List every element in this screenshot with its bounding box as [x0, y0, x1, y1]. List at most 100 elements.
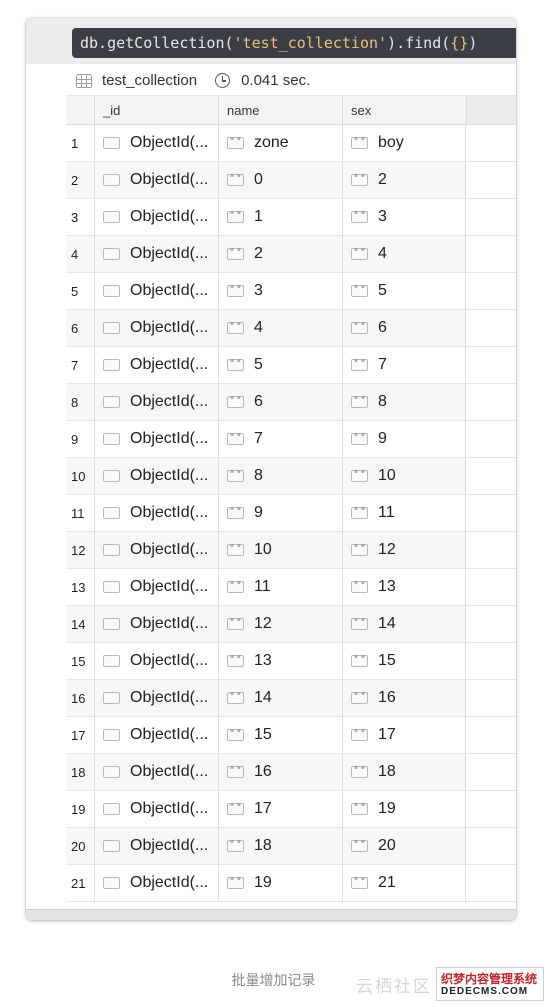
string-icon: " " [227, 211, 244, 223]
cell-name[interactable]: " " 2 [218, 236, 342, 272]
cell-name[interactable]: " " 17 [218, 791, 342, 827]
cell-sex[interactable]: " " 21 [342, 865, 466, 901]
cell-name[interactable]: " " zone [218, 125, 342, 161]
cell-name[interactable]: " " 4 [218, 310, 342, 346]
objectid-icon [103, 544, 120, 556]
cell-id[interactable]: ObjectId(... [94, 865, 218, 901]
table-row[interactable]: 18 ObjectId(... " " 16 " " 18 [66, 754, 516, 791]
column-header-id[interactable]: _id [94, 96, 218, 124]
status-band [26, 909, 516, 920]
cell-name[interactable]: " " 1 [218, 199, 342, 235]
cell-id[interactable]: ObjectId(... [94, 754, 218, 790]
cell-id-value: ObjectId(... [130, 171, 209, 188]
cell-id-value: ObjectId(... [130, 726, 209, 743]
cell-name[interactable]: " " 8 [218, 458, 342, 494]
table-row[interactable]: 20 ObjectId(... " " 18 " " 20 [66, 828, 516, 865]
column-header-name[interactable]: name [218, 96, 342, 124]
cell-sex[interactable]: " " 2 [342, 162, 466, 198]
cell-sex[interactable]: " " 13 [342, 569, 466, 605]
cell-id[interactable]: ObjectId(... [94, 569, 218, 605]
cell-name[interactable]: " " 11 [218, 569, 342, 605]
cell-name[interactable]: " " 16 [218, 754, 342, 790]
cell-sex[interactable]: " " 4 [342, 236, 466, 272]
cell-name[interactable]: " " 10 [218, 532, 342, 568]
objectid-icon [103, 285, 120, 297]
cell-sex[interactable]: " " 3 [342, 199, 466, 235]
table-row[interactable]: 2 ObjectId(... " " 0 " " 2 [66, 162, 516, 199]
cell-id[interactable]: ObjectId(... [94, 199, 218, 235]
cell-sex[interactable]: " " 9 [342, 421, 466, 457]
cell-name[interactable]: " " 18 [218, 828, 342, 864]
string-icon: " " [227, 729, 244, 741]
cell-sex[interactable]: " " 12 [342, 532, 466, 568]
cell-id[interactable]: ObjectId(... [94, 162, 218, 198]
cell-sex[interactable]: " " 5 [342, 273, 466, 309]
cell-id[interactable]: ObjectId(... [94, 236, 218, 272]
table-row[interactable]: 17 ObjectId(... " " 15 " " 17 [66, 717, 516, 754]
table-row[interactable]: 3 ObjectId(... " " 1 " " 3 [66, 199, 516, 236]
cell-name[interactable]: " " 5 [218, 347, 342, 383]
cell-id[interactable]: ObjectId(... [94, 458, 218, 494]
cell-name[interactable]: " " 6 [218, 384, 342, 420]
cell-id[interactable]: ObjectId(... [94, 532, 218, 568]
cell-sex[interactable]: " " 16 [342, 680, 466, 716]
cell-sex[interactable]: " " 18 [342, 754, 466, 790]
cell-name[interactable]: " " 3 [218, 273, 342, 309]
objectid-icon [103, 137, 120, 149]
cell-sex[interactable]: " " 14 [342, 606, 466, 642]
cell-name[interactable]: " " 12 [218, 606, 342, 642]
cell-sex[interactable]: " " 11 [342, 495, 466, 531]
cell-id[interactable]: ObjectId(... [94, 828, 218, 864]
table-row[interactable]: 4 ObjectId(... " " 2 " " 4 [66, 236, 516, 273]
table-row[interactable]: 9 ObjectId(... " " 7 " " 9 [66, 421, 516, 458]
cell-name-value: zone [254, 134, 289, 151]
cell-id[interactable]: ObjectId(... [94, 125, 218, 161]
cell-sex[interactable]: " " boy [342, 125, 466, 161]
cell-sex[interactable]: " " 17 [342, 717, 466, 753]
table-row[interactable]: 7 ObjectId(... " " 5 " " 7 [66, 347, 516, 384]
table-row[interactable]: 15 ObjectId(... " " 13 " " 15 [66, 643, 516, 680]
cell-id[interactable]: ObjectId(... [94, 273, 218, 309]
table-row[interactable]: 5 ObjectId(... " " 3 " " 5 [66, 273, 516, 310]
table-row[interactable]: 21 ObjectId(... " " 19 " " 21 [66, 865, 516, 902]
cell-sex[interactable]: " " 7 [342, 347, 466, 383]
cell-sex[interactable]: " " 15 [342, 643, 466, 679]
table-row[interactable]: 19 ObjectId(... " " 17 " " 19 [66, 791, 516, 828]
string-icon: " " [227, 137, 244, 149]
table-row[interactable]: 16 ObjectId(... " " 14 " " 16 [66, 680, 516, 717]
cell-name[interactable]: " " 15 [218, 717, 342, 753]
table-row[interactable]: 12 ObjectId(... " " 10 " " 12 [66, 532, 516, 569]
cell-id[interactable]: ObjectId(... [94, 384, 218, 420]
cell-id[interactable]: ObjectId(... [94, 643, 218, 679]
table-row[interactable]: 14 ObjectId(... " " 12 " " 14 [66, 606, 516, 643]
cell-name[interactable]: " " 7 [218, 421, 342, 457]
cell-id[interactable]: ObjectId(... [94, 495, 218, 531]
table-row[interactable]: 10 ObjectId(... " " 8 " " 10 [66, 458, 516, 495]
table-row[interactable]: 8 ObjectId(... " " 6 " " 8 [66, 384, 516, 421]
cell-sex[interactable]: " " 20 [342, 828, 466, 864]
cell-id[interactable]: ObjectId(... [94, 717, 218, 753]
cell-sex[interactable]: " " 19 [342, 791, 466, 827]
cell-sex[interactable]: " " 10 [342, 458, 466, 494]
cell-name[interactable]: " " 0 [218, 162, 342, 198]
table-row[interactable]: 13 ObjectId(... " " 11 " " 13 [66, 569, 516, 606]
table-row[interactable]: 6 ObjectId(... " " 4 " " 6 [66, 310, 516, 347]
table-row[interactable]: 11 ObjectId(... " " 9 " " 11 [66, 495, 516, 532]
cell-name[interactable]: " " 13 [218, 643, 342, 679]
cell-id[interactable]: ObjectId(... [94, 310, 218, 346]
cell-id[interactable]: ObjectId(... [94, 791, 218, 827]
row-filler [466, 125, 516, 161]
cell-sex-value: 4 [378, 245, 387, 262]
table-row[interactable]: 1 ObjectId(... " " zone " " boy [66, 125, 516, 162]
cell-name[interactable]: " " 19 [218, 865, 342, 901]
cell-id[interactable]: ObjectId(... [94, 347, 218, 383]
cell-id[interactable]: ObjectId(... [94, 606, 218, 642]
cell-id[interactable]: ObjectId(... [94, 421, 218, 457]
query-editor[interactable]: db.getCollection('test_collection').find… [72, 28, 516, 58]
cell-name[interactable]: " " 9 [218, 495, 342, 531]
cell-id[interactable]: ObjectId(... [94, 680, 218, 716]
column-header-sex[interactable]: sex [342, 96, 466, 124]
cell-sex[interactable]: " " 6 [342, 310, 466, 346]
cell-name[interactable]: " " 14 [218, 680, 342, 716]
cell-sex[interactable]: " " 8 [342, 384, 466, 420]
